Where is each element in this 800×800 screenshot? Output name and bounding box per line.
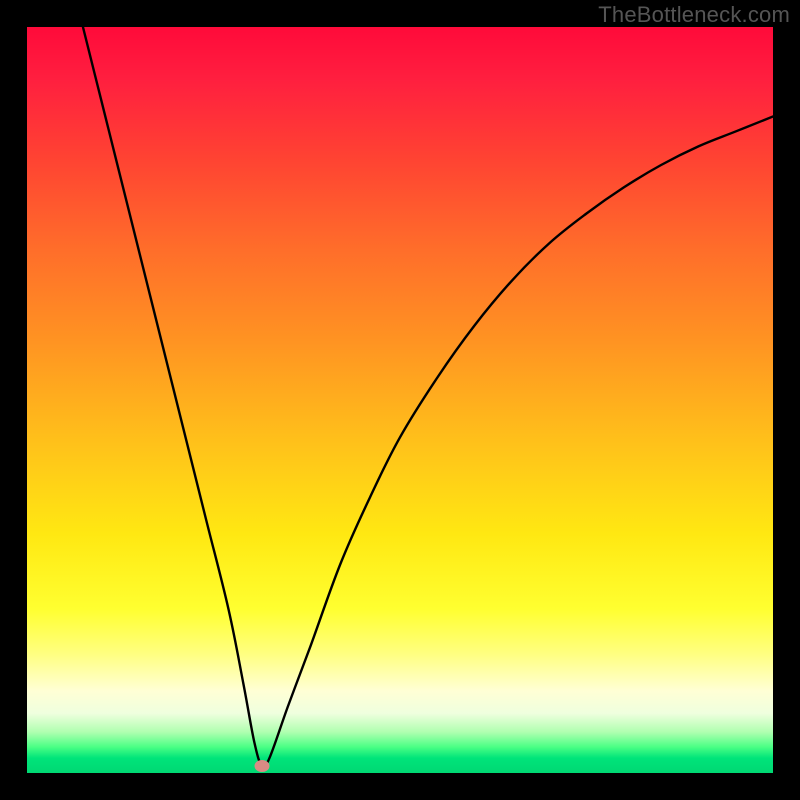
watermark-text: TheBottleneck.com — [598, 2, 790, 28]
chart-background-gradient — [27, 27, 773, 773]
chart-frame — [27, 27, 773, 773]
minimum-marker — [254, 760, 269, 772]
